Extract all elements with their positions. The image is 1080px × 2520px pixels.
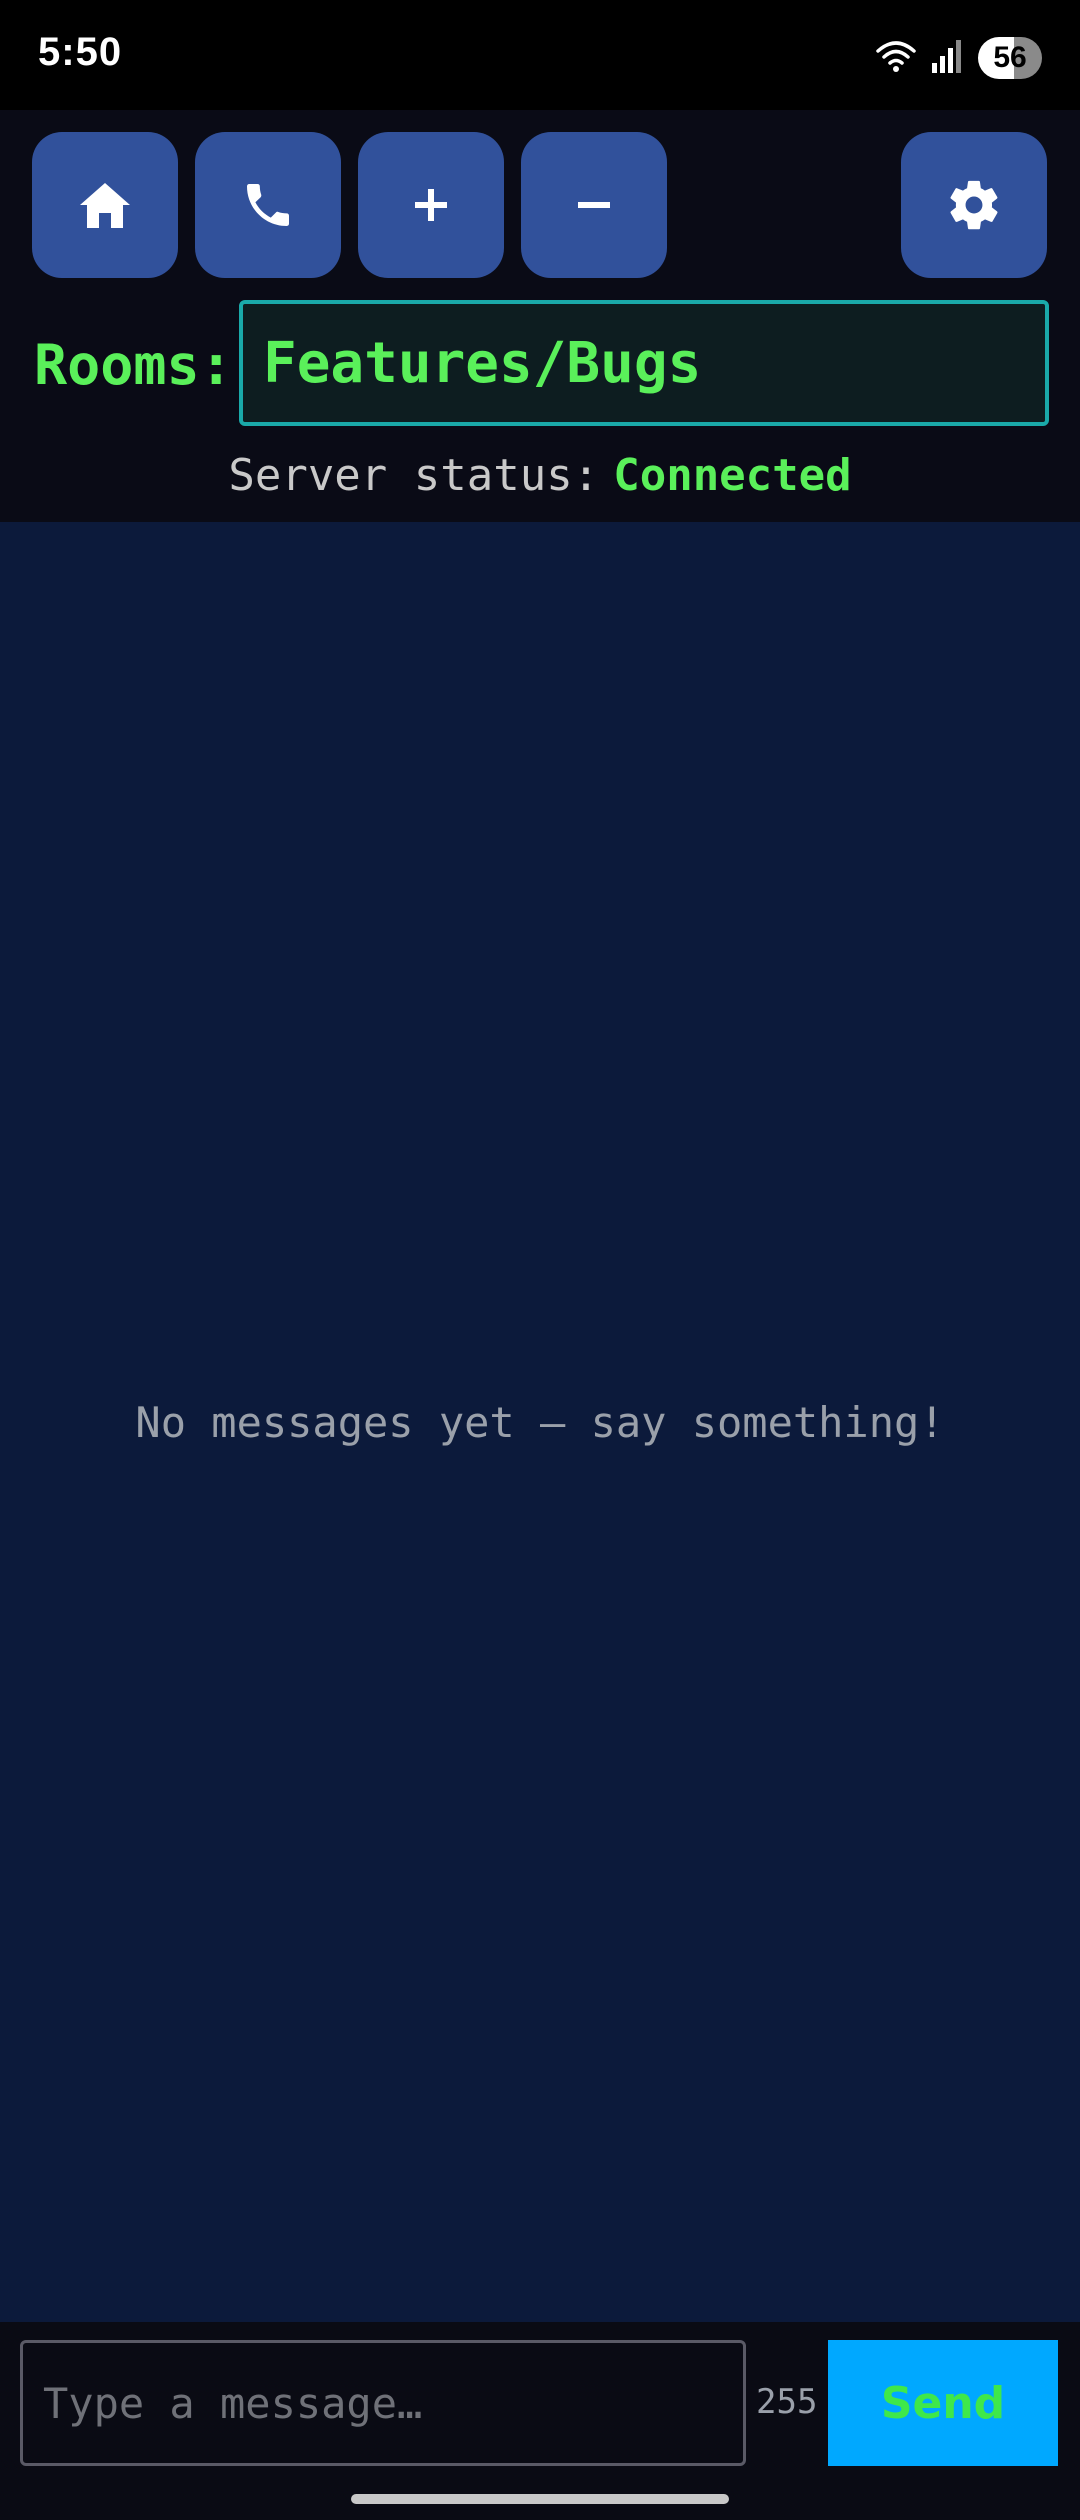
remove-button[interactable] xyxy=(521,132,667,278)
status-time: 5:50 xyxy=(38,30,123,74)
add-button[interactable] xyxy=(358,132,504,278)
home-indicator[interactable] xyxy=(351,2494,729,2504)
message-input[interactable] xyxy=(20,2340,746,2466)
room-input[interactable] xyxy=(239,300,1049,426)
rooms-label: Rooms: xyxy=(34,333,233,397)
empty-messages-text: No messages yet — say something! xyxy=(135,1398,945,1447)
app-header: Rooms: Server status: Connected xyxy=(0,110,1080,522)
call-button[interactable] xyxy=(195,132,341,278)
message-composer: 255 Send xyxy=(0,2322,1080,2520)
phone-icon xyxy=(240,177,296,233)
messages-area[interactable]: No messages yet — say something! xyxy=(0,522,1080,2322)
char-count: 255 xyxy=(756,2382,818,2422)
home-icon xyxy=(78,180,132,230)
home-button[interactable] xyxy=(32,132,178,278)
server-status: Server status: Connected xyxy=(0,450,1080,501)
settings-button[interactable] xyxy=(901,132,1047,278)
status-icons: 56 xyxy=(876,34,1042,82)
server-status-label: Server status: xyxy=(228,450,600,501)
battery-icon: 56 xyxy=(978,37,1042,79)
plus-icon xyxy=(411,185,451,225)
send-button[interactable]: Send xyxy=(828,2340,1058,2466)
status-bar: 5:50 56 xyxy=(0,0,1080,110)
minus-icon xyxy=(574,185,614,225)
gear-icon xyxy=(945,176,1003,234)
signal-icon xyxy=(930,39,964,77)
wifi-icon xyxy=(876,39,916,77)
server-status-value: Connected xyxy=(613,450,852,501)
